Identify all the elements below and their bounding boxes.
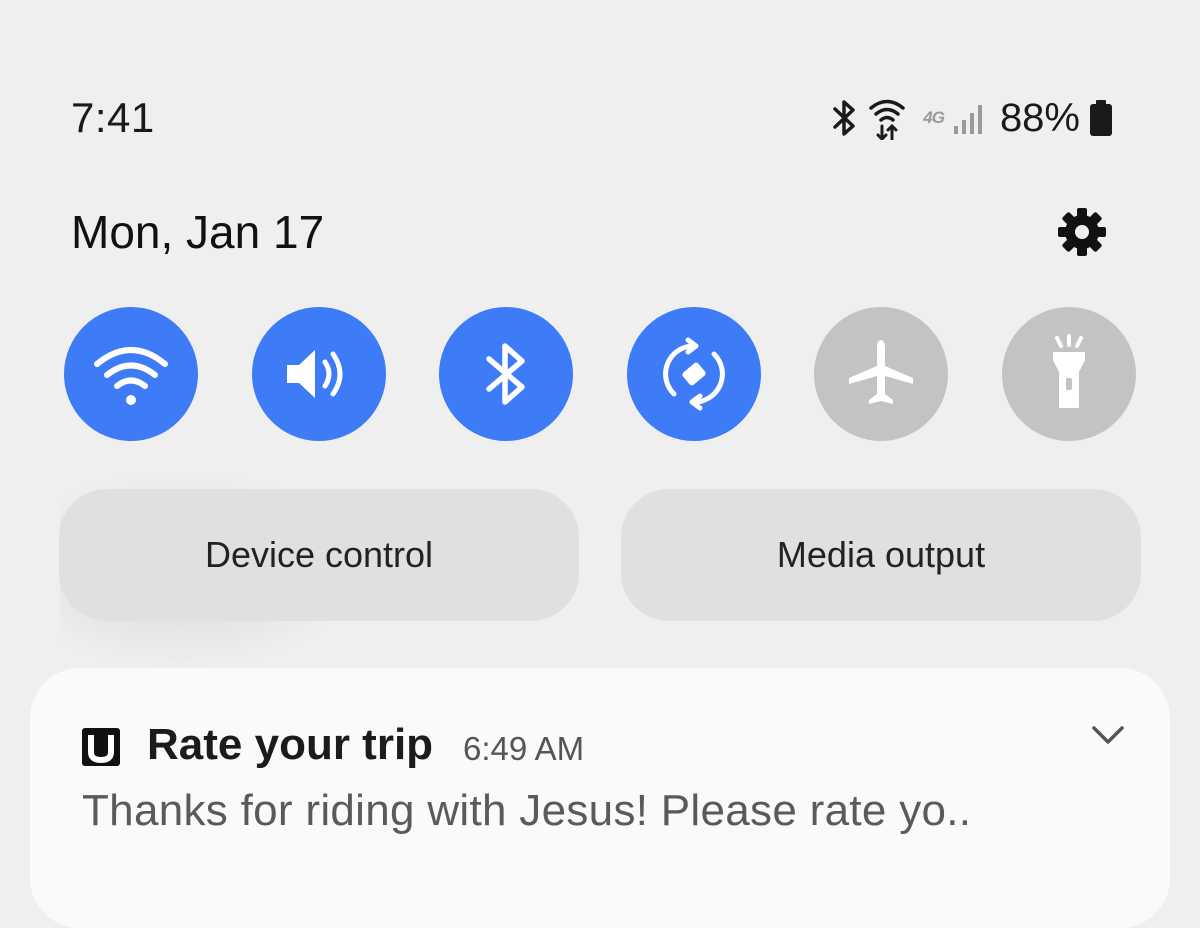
airplane-mode-toggle[interactable] [814,307,948,441]
uhaul-u-icon [88,735,114,764]
app-icon [82,728,120,766]
battery-icon [1090,100,1112,136]
battery-percent: 88% [999,95,1080,140]
status-icons: 4G 88% [831,92,1114,144]
signal-icon [953,105,982,134]
notification-body: Thanks for riding with Jesus! Please rat… [82,786,972,835]
4g-lte-icon: 4G [923,108,945,127]
volume-icon [287,350,343,398]
chevron-down-icon [1092,726,1124,744]
device-control-button[interactable]: Device control [59,489,579,621]
sound-toggle[interactable] [252,307,386,441]
date-label: Mon, Jan 17 [71,206,325,258]
media-output-button[interactable]: Media output [621,489,1141,621]
auto-rotate-toggle[interactable] [627,307,761,441]
bluetooth-icon [833,100,855,136]
expand-button[interactable] [1088,720,1128,750]
rotate-icon [663,337,725,411]
wifi-data-icon [869,99,905,140]
notification-time: 6:49 AM [463,730,585,767]
settings-button[interactable] [1056,206,1108,258]
bluetooth-toggle[interactable] [439,307,573,441]
wifi-toggle[interactable] [64,307,198,441]
airplane-icon [849,340,913,404]
flashlight-icon [1053,334,1085,408]
notification-title: Rate your trip [147,720,434,769]
bluetooth-icon [486,343,525,405]
gear-icon [1058,208,1106,256]
status-time: 7:41 [71,94,155,141]
wifi-icon [94,347,168,405]
notification-card[interactable]: Rate your trip 6:49 AM Thanks for riding… [30,668,1170,928]
flashlight-toggle[interactable] [1002,307,1136,441]
